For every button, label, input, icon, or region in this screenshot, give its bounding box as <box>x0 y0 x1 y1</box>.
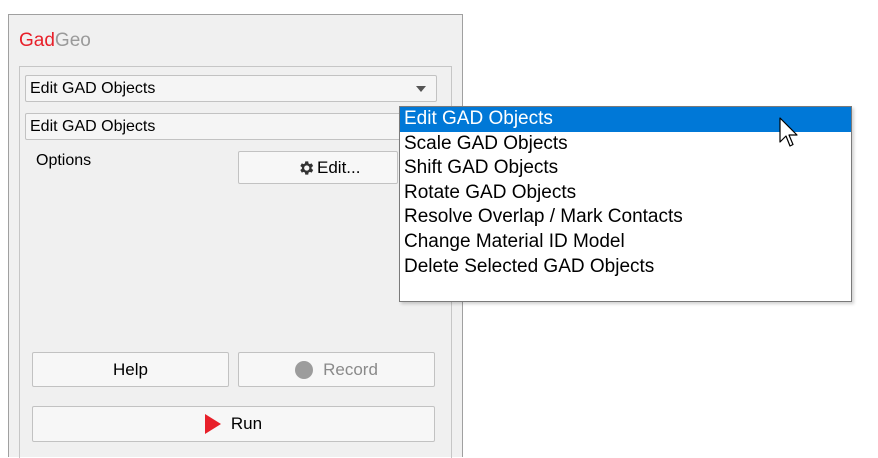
edit-button-label: Edit... <box>317 157 361 177</box>
mode-select[interactable]: Edit GAD Objects <box>25 75 437 102</box>
help-button-label: Help <box>113 359 148 379</box>
operation-select[interactable]: Edit GAD Objects <box>25 113 437 140</box>
record-button-label: Record <box>323 359 378 379</box>
run-button[interactable]: Run <box>32 406 435 442</box>
edit-options-button[interactable]: Edit... <box>238 151 398 184</box>
gear-icon <box>300 160 314 175</box>
mode-select-value: Edit GAD Objects <box>30 80 156 97</box>
record-button[interactable]: Record <box>238 352 435 387</box>
dropdown-item-change-material-id[interactable]: Change Material ID Model <box>400 230 851 255</box>
brand-geo-text: Geo <box>54 30 91 51</box>
brand-gad-text: Gad <box>19 30 55 51</box>
options-label: Options <box>36 152 92 169</box>
dropdown-item-resolve-overlap[interactable]: Resolve Overlap / Mark Contacts <box>400 205 851 230</box>
play-icon <box>204 414 221 434</box>
help-button[interactable]: Help <box>32 352 229 387</box>
app-logo: GadGeo <box>19 30 91 52</box>
run-button-label: Run <box>230 414 263 433</box>
mouse-pointer-icon <box>779 117 798 147</box>
chevron-down-icon[interactable] <box>416 86 426 92</box>
operation-select-value: Edit GAD Objects <box>30 118 156 135</box>
dropdown-item-delete-selected[interactable]: Delete Selected GAD Objects <box>400 255 851 280</box>
record-dot-icon <box>295 360 314 379</box>
dropdown-item-shift-gad-objects[interactable]: Shift GAD Objects <box>400 156 851 181</box>
dropdown-item-rotate-gad-objects[interactable]: Rotate GAD Objects <box>400 181 851 206</box>
